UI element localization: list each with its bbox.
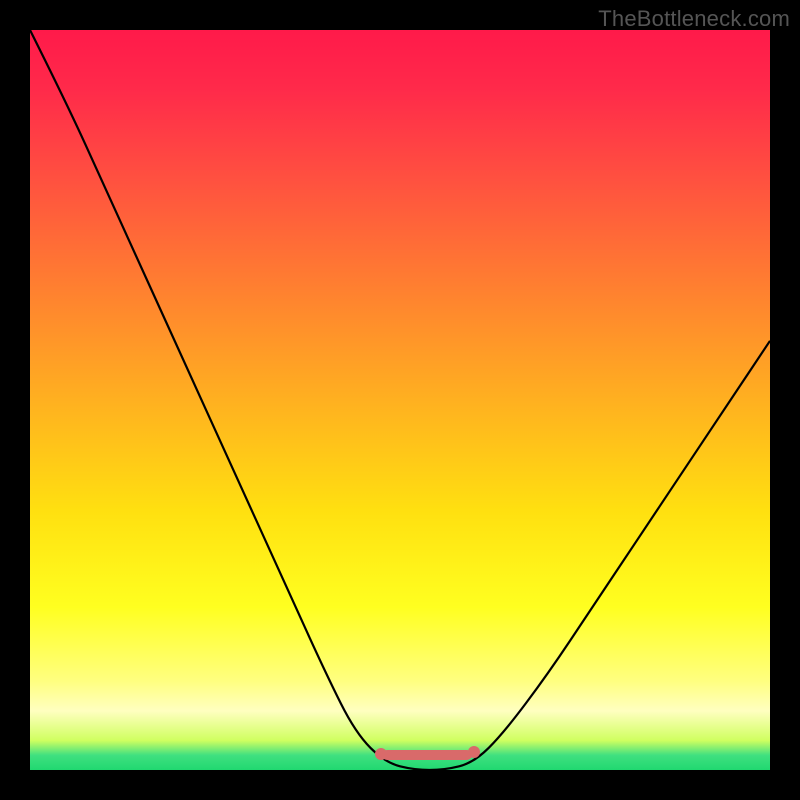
- minimum-marker-right-dot: [468, 746, 480, 758]
- plot-area: [30, 30, 770, 770]
- bottleneck-curve: [30, 30, 770, 770]
- watermark-text: TheBottleneck.com: [598, 6, 790, 32]
- minimum-marker-bar: [382, 750, 472, 760]
